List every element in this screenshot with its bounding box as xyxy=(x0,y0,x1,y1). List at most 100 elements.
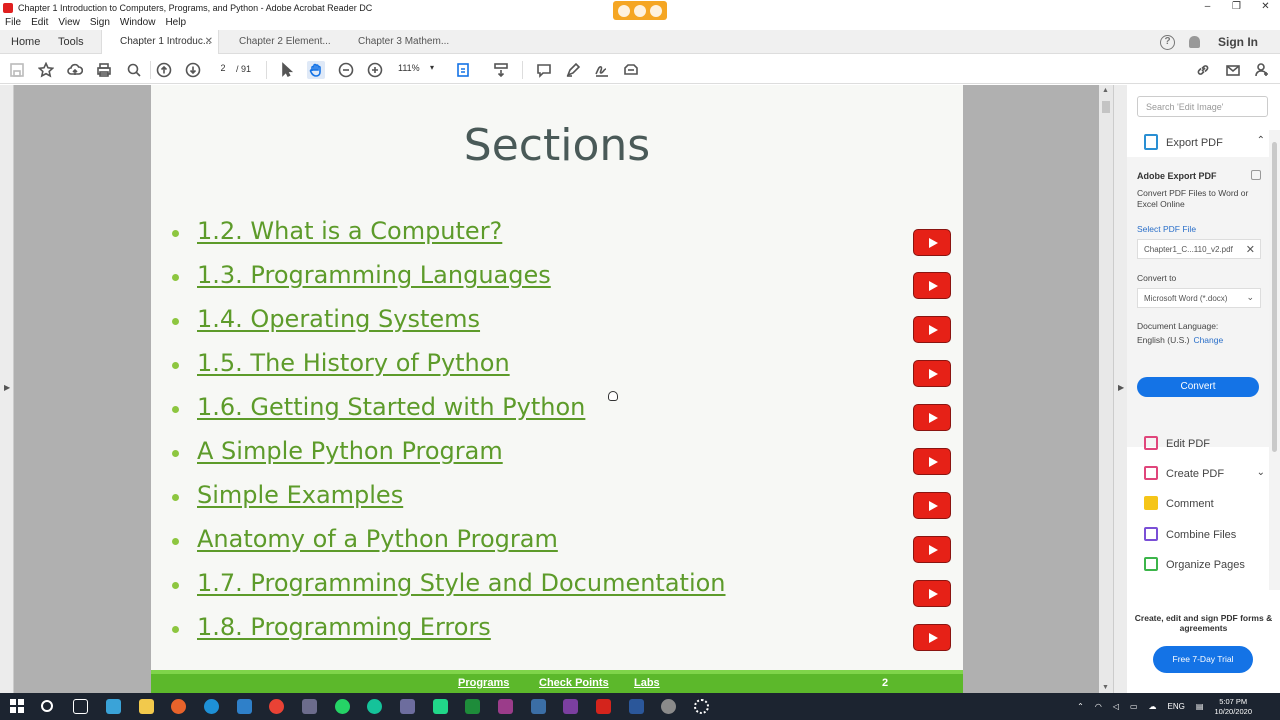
menu-view[interactable]: View xyxy=(53,17,85,28)
upload-cloud-icon[interactable] xyxy=(66,61,84,79)
zoom-search-icon[interactable] xyxy=(125,61,143,79)
footer-link-labs[interactable]: Labs xyxy=(634,677,660,689)
section-link[interactable]: 1.7. Programming Style and Documentation xyxy=(197,569,726,597)
close-window-button[interactable]: ✕ xyxy=(1251,0,1280,15)
tab-document-1[interactable]: Chapter 1 Introduc... ✕ xyxy=(101,30,219,54)
tools-pane-scrollbar[interactable] xyxy=(1269,130,1280,590)
tools-search-input[interactable]: Search 'Edit Image' xyxy=(1137,96,1268,117)
selected-file-field[interactable]: Chapter1_C...110_v2.pdf ✕ xyxy=(1137,239,1261,259)
app-icon-4[interactable] xyxy=(531,699,546,714)
tool-edit-pdf[interactable]: Edit PDF xyxy=(1127,431,1269,457)
section-link[interactable]: 1.8. Programming Errors xyxy=(197,613,491,641)
document-scrollbar[interactable]: ▲ ▼ xyxy=(1099,85,1113,693)
clock[interactable]: 5:07 PM 10/20/2020 xyxy=(1214,697,1252,717)
convert-button[interactable]: Convert xyxy=(1137,377,1259,397)
hand-tool-icon[interactable] xyxy=(307,61,325,79)
app-icon-3[interactable] xyxy=(498,699,513,714)
chevron-up-icon[interactable]: ⌃ xyxy=(1257,135,1265,146)
minimize-button[interactable]: – xyxy=(1193,0,1222,15)
expand-arrow-icon[interactable]: ▶ xyxy=(4,383,10,392)
copy-icon[interactable] xyxy=(1251,170,1261,180)
left-panel-toggle[interactable]: ▶ xyxy=(0,85,14,693)
youtube-play-icon[interactable] xyxy=(913,360,951,387)
close-tab-icon[interactable]: ✕ xyxy=(205,30,213,54)
highlight-pen-icon[interactable] xyxy=(564,61,582,79)
menu-sign[interactable]: Sign xyxy=(85,17,115,28)
stamp-icon[interactable] xyxy=(622,61,640,79)
app-icon-1[interactable] xyxy=(106,699,121,714)
page-number-input[interactable]: 2 xyxy=(212,63,234,77)
network-icon[interactable]: ▤ xyxy=(1196,702,1204,711)
youtube-play-icon[interactable] xyxy=(913,229,951,256)
youtube-play-icon[interactable] xyxy=(913,448,951,475)
scroll-mode-icon[interactable] xyxy=(492,61,510,79)
previous-page-icon[interactable] xyxy=(155,61,173,79)
remove-file-icon[interactable]: ✕ xyxy=(1246,243,1255,256)
input-language[interactable]: ENG xyxy=(1168,702,1185,711)
section-link[interactable]: 1.3. Programming Languages xyxy=(197,261,551,289)
export-pdf-header[interactable]: Export PDF ⌃ xyxy=(1127,129,1269,154)
app-icon-6[interactable] xyxy=(661,699,676,714)
print-icon[interactable] xyxy=(95,61,113,79)
scrollbar-thumb[interactable] xyxy=(1272,142,1277,452)
app-icon-5[interactable] xyxy=(563,699,578,714)
select-cursor-icon[interactable] xyxy=(278,61,296,79)
section-link[interactable]: 1.5. The History of Python xyxy=(197,349,510,377)
youtube-play-icon[interactable] xyxy=(913,404,951,431)
word-icon[interactable] xyxy=(629,699,644,714)
bookmark-star-icon[interactable] xyxy=(37,61,55,79)
grammarly-icon[interactable] xyxy=(367,699,382,714)
scrollbar-thumb[interactable] xyxy=(1102,101,1110,113)
tab-tools[interactable]: Tools xyxy=(58,30,84,54)
search-icon[interactable] xyxy=(41,700,53,712)
file-explorer-icon[interactable] xyxy=(139,699,154,714)
calculator-icon[interactable] xyxy=(302,699,317,714)
share-link-icon[interactable] xyxy=(1194,61,1212,79)
scroll-up-icon[interactable]: ▲ xyxy=(1102,87,1109,94)
maximize-button[interactable]: ❐ xyxy=(1222,0,1251,15)
tool-comment[interactable]: Comment xyxy=(1127,491,1269,517)
collapse-arrow-icon[interactable]: ▶ xyxy=(1118,383,1124,392)
free-trial-button[interactable]: Free 7-Day Trial xyxy=(1153,646,1253,673)
tab-document-2[interactable]: Chapter 2 Element... xyxy=(221,30,339,54)
youtube-play-icon[interactable] xyxy=(913,316,951,343)
save-icon[interactable] xyxy=(8,61,26,79)
youtube-play-icon[interactable] xyxy=(913,580,951,607)
sign-in-link[interactable]: Sign In xyxy=(1218,35,1258,49)
chevron-down-icon[interactable]: ⌄ xyxy=(1257,467,1265,478)
share-user-icon[interactable] xyxy=(1253,61,1271,79)
zoom-in-icon[interactable] xyxy=(366,61,384,79)
fit-page-icon[interactable] xyxy=(455,61,473,79)
zoom-out-icon[interactable] xyxy=(337,61,355,79)
section-link[interactable]: Simple Examples xyxy=(197,481,403,509)
footer-link-programs[interactable]: Programs xyxy=(458,677,509,689)
recorder-overlay[interactable] xyxy=(613,1,667,20)
whatsapp-icon[interactable] xyxy=(335,699,350,714)
acrobat-taskbar-icon[interactable] xyxy=(596,699,611,714)
sign-icon[interactable] xyxy=(593,61,611,79)
tray-chevron-icon[interactable]: ⌃ xyxy=(1077,702,1084,711)
youtube-play-icon[interactable] xyxy=(913,492,951,519)
window-icon[interactable] xyxy=(650,4,662,17)
email-icon[interactable] xyxy=(1224,61,1242,79)
browser-icon[interactable] xyxy=(618,4,630,17)
windows-start-icon[interactable] xyxy=(10,699,25,714)
menu-help[interactable]: Help xyxy=(160,17,191,28)
tool-organize-pages[interactable]: Organize Pages xyxy=(1127,552,1269,578)
comment-icon[interactable] xyxy=(535,61,553,79)
app-icon-2[interactable] xyxy=(400,699,415,714)
wifi-icon[interactable]: ◠ xyxy=(1095,702,1102,711)
chrome-icon[interactable] xyxy=(269,699,284,714)
firefox-icon[interactable] xyxy=(171,699,186,714)
task-view-icon[interactable] xyxy=(73,699,88,714)
scroll-down-icon[interactable]: ▼ xyxy=(1102,684,1109,691)
menu-window[interactable]: Window xyxy=(115,17,161,28)
youtube-play-icon[interactable] xyxy=(913,272,951,299)
cloud-icon[interactable]: ☁ xyxy=(1149,702,1157,711)
help-icon[interactable]: ? xyxy=(1160,34,1175,50)
youtube-play-icon[interactable] xyxy=(913,536,951,563)
format-select[interactable]: Microsoft Word (*.docx) ⌄ xyxy=(1137,288,1261,308)
zoom-level-select[interactable]: 111% ▾ xyxy=(398,63,440,77)
section-link[interactable]: Anatomy of a Python Program xyxy=(197,525,558,553)
notification-bell-icon[interactable] xyxy=(1189,36,1200,48)
